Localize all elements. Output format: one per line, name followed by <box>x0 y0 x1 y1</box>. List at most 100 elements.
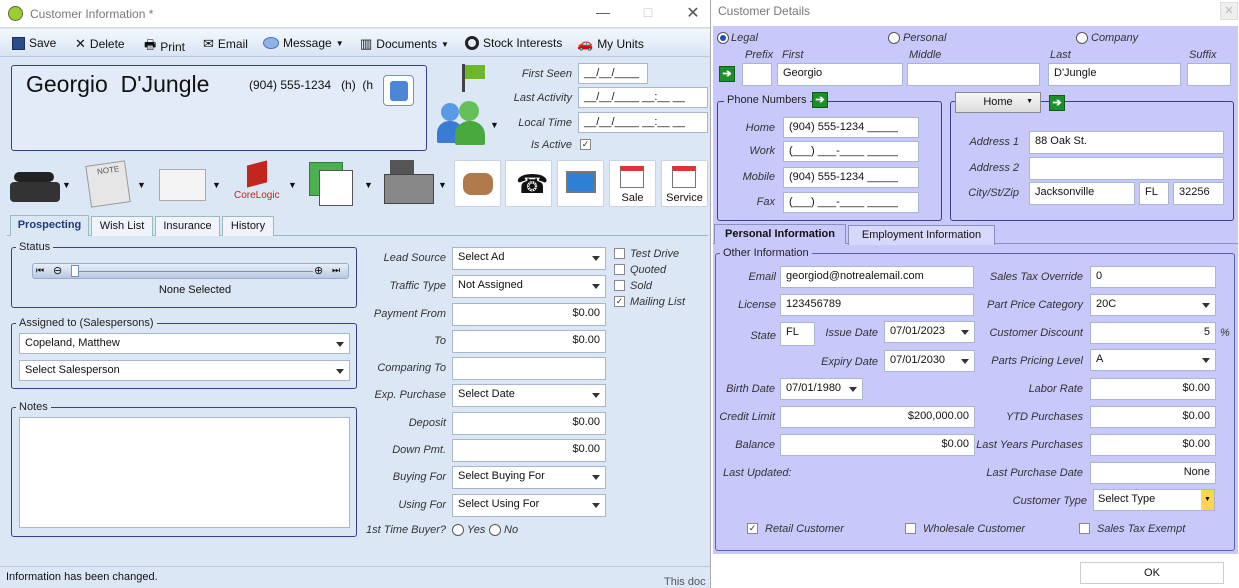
add-flag-icon[interactable] <box>460 64 488 92</box>
comparing-to-field[interactable] <box>452 357 606 380</box>
email-button[interactable]: ✉ Email <box>203 36 248 52</box>
parts-pricing-level-select[interactable]: A <box>1090 349 1216 371</box>
retail-customer-checkbox[interactable]: ✓ <box>747 523 758 534</box>
quoted-checkbox[interactable] <box>614 264 625 275</box>
minus-icon[interactable]: ⊖ <box>53 264 62 277</box>
status-slider[interactable]: ⏮ ⊖ ⊕ ⏭ <box>32 263 349 279</box>
ok-button[interactable]: OK <box>1080 562 1224 584</box>
city-field[interactable]: Jacksonville <box>1029 182 1135 205</box>
is-active-checkbox[interactable]: ✓ <box>580 139 591 150</box>
envelope-icon[interactable] <box>159 169 206 201</box>
phone-icon[interactable] <box>10 168 60 202</box>
print-button[interactable]: 🖶 Print <box>144 36 185 58</box>
legal-radio[interactable] <box>717 32 729 44</box>
first-time-no-radio[interactable] <box>489 524 501 536</box>
company-radio[interactable] <box>1076 32 1088 44</box>
local-time-field[interactable]: __/__/____ __:__ __ <box>578 112 708 133</box>
name-go-button[interactable]: ➔ <box>719 66 735 82</box>
license-field[interactable]: 123456789 <box>780 294 974 316</box>
expiry-date-select[interactable]: 07/01/2030 <box>884 350 975 372</box>
buying-for-select[interactable]: Select Buying For <box>452 466 606 489</box>
phones-go-button[interactable]: ➔ <box>812 92 828 108</box>
customer-type-select[interactable]: Select Type ▼ <box>1093 489 1215 511</box>
edit-contact-button[interactable] <box>383 75 414 106</box>
tab-personal-information[interactable]: Personal Information <box>714 224 846 244</box>
chevron-down-icon[interactable]: ▼ <box>137 180 146 190</box>
address-2-field[interactable] <box>1029 157 1224 180</box>
sales-tax-exempt-checkbox[interactable] <box>1079 523 1090 534</box>
credit-limit-field[interactable]: $200,000.00 <box>780 406 975 428</box>
payment-from-field[interactable]: $0.00 <box>452 303 606 326</box>
home-phone-field[interactable]: (904) 555-1234 _____ <box>783 117 919 138</box>
using-for-select[interactable]: Select Using For <box>452 494 606 517</box>
mobile-phone-field[interactable]: (904) 555-1234 _____ <box>783 167 919 188</box>
slider-thumb[interactable] <box>71 265 79 277</box>
delete-button[interactable]: ✕ Delete <box>75 36 125 52</box>
address-1-field[interactable]: 88 Oak St. <box>1029 131 1224 154</box>
exp-purchase-select[interactable]: Select Date <box>452 384 606 407</box>
contacts-group-icon[interactable] <box>437 99 489 147</box>
prefix-field[interactable] <box>742 63 772 86</box>
work-phone-field[interactable]: (___) ___-____ _____ <box>783 141 919 162</box>
message-button[interactable]: Message ▼ <box>263 36 344 50</box>
first-time-yes-radio[interactable] <box>452 524 464 536</box>
fax-field[interactable]: (___) ___-____ _____ <box>783 192 919 213</box>
corelogic-icon[interactable]: CoreLogic <box>234 160 282 203</box>
plus-icon[interactable]: ⊕ <box>314 264 323 277</box>
issue-date-select[interactable]: 07/01/2023 <box>884 321 975 343</box>
suffix-field[interactable] <box>1187 63 1231 86</box>
documents-button[interactable]: ▥ Documents ▼ <box>360 36 449 52</box>
zip-field[interactable]: 32256 <box>1173 182 1224 205</box>
license-state-field[interactable]: FL <box>780 322 815 346</box>
ytd-purchases-field[interactable]: $0.00 <box>1090 406 1216 428</box>
documents-stack-icon[interactable] <box>309 162 355 206</box>
computer-button[interactable] <box>557 160 604 207</box>
labor-rate-field[interactable]: $0.00 <box>1090 378 1216 400</box>
traffic-type-select[interactable]: Not Assigned <box>452 275 606 298</box>
first-name-field[interactable]: Georgio <box>777 63 903 86</box>
salesperson-1-select[interactable]: Copeland, Matthew <box>19 333 350 354</box>
call-up-button[interactable]: ☎ <box>505 160 552 207</box>
my-units-button[interactable]: 🚗 My Units <box>577 36 644 52</box>
state-field[interactable]: FL <box>1139 182 1169 205</box>
note-icon[interactable]: NOTE <box>85 160 131 208</box>
chevron-down-icon[interactable]: ▼ <box>62 180 71 190</box>
balance-field[interactable]: $0.00 <box>780 434 975 456</box>
last-activity-field[interactable]: __/__/____ __:__ __ <box>578 87 708 108</box>
address-go-button[interactable]: ➔ <box>1049 95 1065 111</box>
middle-name-field[interactable] <box>907 63 1040 86</box>
right-close-button[interactable]: ✕ <box>1220 2 1238 20</box>
sale-button[interactable]: Sale <box>609 160 656 207</box>
personal-radio[interactable] <box>888 32 900 44</box>
first-icon[interactable]: ⏮ <box>36 265 44 276</box>
service-button[interactable]: Service <box>661 160 708 207</box>
to-field[interactable]: $0.00 <box>452 330 606 353</box>
last-icon[interactable]: ⏭ <box>332 265 340 276</box>
cash-register-icon[interactable] <box>384 160 434 206</box>
notes-textarea[interactable] <box>19 417 350 528</box>
sales-tax-override-field[interactable]: 0 <box>1090 266 1216 288</box>
tab-wish-list[interactable]: Wish List <box>91 216 153 236</box>
last-years-purchases-field[interactable]: $0.00 <box>1090 434 1216 456</box>
minimize-button[interactable]: — <box>593 4 613 20</box>
chevron-down-icon[interactable]: ▼ <box>288 180 297 190</box>
tab-insurance[interactable]: Insurance <box>155 216 220 236</box>
chevron-down-icon[interactable]: ▼ <box>438 180 447 190</box>
down-pmt-field[interactable]: $0.00 <box>452 439 606 462</box>
chevron-down-icon[interactable]: ▼ <box>364 180 373 190</box>
last-purchase-date-field[interactable]: None <box>1090 462 1216 484</box>
tab-employment-information[interactable]: Employment Information <box>848 225 995 245</box>
deal-button[interactable] <box>454 160 501 207</box>
chevron-down-icon[interactable]: ▼ <box>212 180 221 190</box>
deposit-field[interactable]: $0.00 <box>452 412 606 435</box>
wholesale-customer-checkbox[interactable] <box>905 523 916 534</box>
lead-source-select[interactable]: Select Ad <box>452 247 606 270</box>
birth-date-select[interactable]: 07/01/1980 <box>780 378 863 400</box>
last-name-field[interactable]: D'Jungle <box>1048 63 1181 86</box>
tab-history[interactable]: History <box>222 216 274 236</box>
chevron-down-icon[interactable]: ▼ <box>490 120 499 130</box>
maximize-button[interactable]: □ <box>638 4 658 20</box>
address-type-select[interactable]: Home ▼ <box>955 92 1041 113</box>
stock-interests-button[interactable]: Stock Interests <box>465 36 562 50</box>
sold-checkbox[interactable] <box>614 280 625 291</box>
